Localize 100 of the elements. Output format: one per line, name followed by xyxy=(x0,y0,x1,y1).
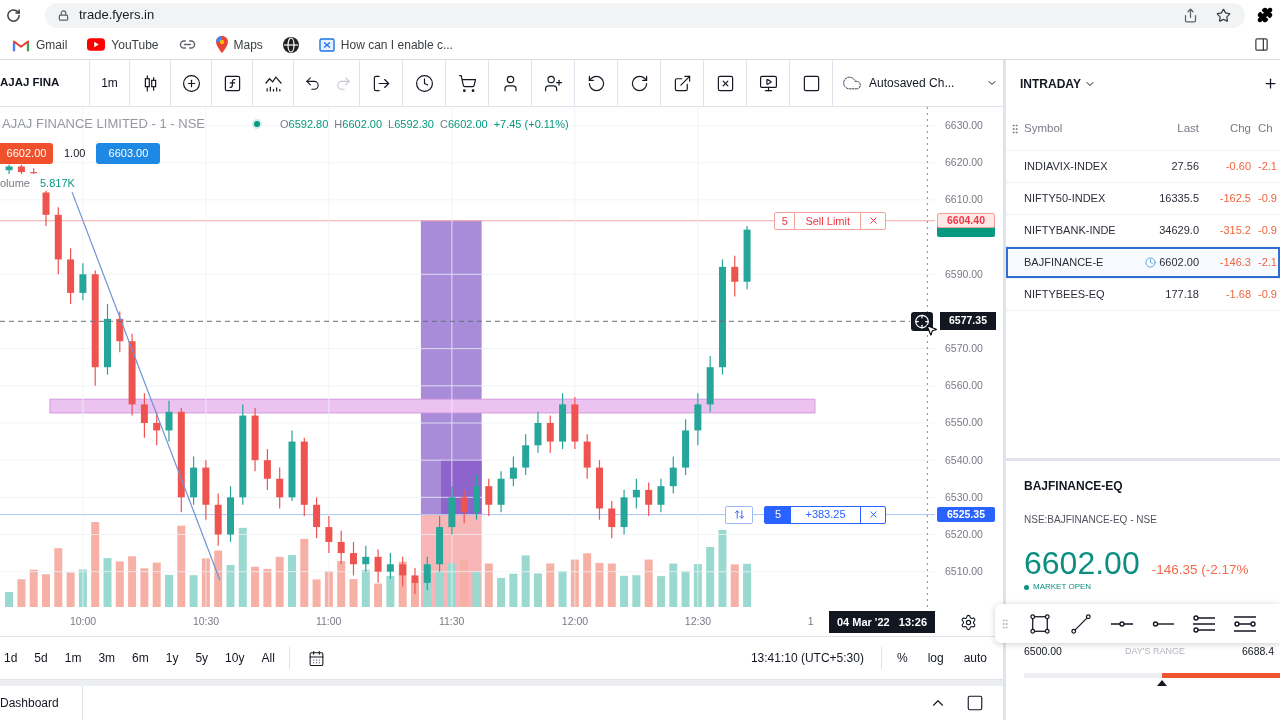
candle xyxy=(350,541,357,576)
address-bar[interactable]: trade.fyers.in xyxy=(45,2,1245,28)
candle xyxy=(263,448,271,491)
price-tick-label: 6540.00 xyxy=(945,453,983,466)
candle xyxy=(473,474,480,521)
period-button[interactable]: 3m xyxy=(94,647,120,669)
bookmark[interactable]: Maps xyxy=(215,35,263,54)
change-text: +7.45 (+0.11%) xyxy=(493,117,569,131)
crosshair-time-label: 04 Mar '22 13:26 xyxy=(828,611,935,633)
symbol-text: INDIAVIX-INDEX xyxy=(1024,159,1109,175)
scale-button[interactable]: log xyxy=(921,647,950,669)
candle xyxy=(460,489,468,524)
column-header[interactable]: Symbol xyxy=(1024,119,1134,138)
drag-handle-icon[interactable] xyxy=(1009,121,1021,136)
plus-circle-icon xyxy=(181,73,201,93)
candle xyxy=(682,418,690,476)
candle xyxy=(632,478,640,510)
side-panel-icon[interactable] xyxy=(1254,37,1269,52)
period-button[interactable]: 1d xyxy=(0,647,22,669)
column-header[interactable]: Last xyxy=(1134,119,1199,138)
ohlc-label: H xyxy=(334,117,343,131)
horizontal-line-icon xyxy=(1151,620,1174,627)
change-text: -146.3 xyxy=(1218,255,1251,271)
candle xyxy=(559,392,567,450)
watchlist-row[interactable]: NIFTY50-INDEX 16335.5 -162.5 -0.9 xyxy=(1006,183,1280,215)
chart-title: AJAJ FINANCE LIMITED - 1 - NSE xyxy=(2,117,206,131)
reload-icon[interactable] xyxy=(6,7,21,23)
candle xyxy=(79,262,87,301)
quote-exchange: NSE:BAJFINANCE-EQ - NSE xyxy=(1024,514,1158,526)
price-tick-label: 6560.00 xyxy=(945,379,983,392)
watchlist-row[interactable]: NIFTYBEES-EQ 177.18 -1.68 -0.9 xyxy=(1006,279,1280,311)
crosshair-price-label: 6577.35 xyxy=(940,312,996,331)
change-percent-text: -0.9 xyxy=(1257,191,1278,207)
watchlist-row[interactable]: BAJFINANCE-E 6602.00 -146.3 -2.1 xyxy=(1006,247,1280,279)
candle xyxy=(571,396,579,450)
function-icon xyxy=(222,73,242,93)
scale-button[interactable]: % xyxy=(890,647,914,669)
price-tick-label: 6520.00 xyxy=(945,528,983,540)
period-button[interactable]: 5d xyxy=(30,647,52,669)
bookmark[interactable] xyxy=(282,36,299,53)
sell-button[interactable]: 6602.00 xyxy=(0,143,53,164)
candle xyxy=(54,206,62,275)
candle xyxy=(423,556,431,591)
order-label[interactable]: 5 Sell Limit xyxy=(774,211,886,230)
period-button[interactable]: 1y xyxy=(161,647,183,669)
range-marker-icon xyxy=(1157,680,1168,686)
candle xyxy=(595,459,603,521)
bookmark[interactable]: How can I enable c... xyxy=(318,35,453,54)
position-label[interactable]: 5 +383.25 xyxy=(764,505,886,524)
candle xyxy=(374,548,382,584)
column-header[interactable]: Chg xyxy=(1199,119,1251,138)
quote-change: -146.35 (-2.17% xyxy=(1151,561,1249,579)
period-button[interactable]: 5y xyxy=(191,647,213,669)
plus-icon[interactable] xyxy=(1263,76,1278,91)
quote-symbol: BAJFINANCE-EQ xyxy=(1024,479,1124,493)
candle xyxy=(116,310,124,353)
last-price-text: 27.56 xyxy=(1171,159,1199,175)
symbol-text: NIFTYBANK-INDE xyxy=(1024,223,1117,239)
quote-price: 6602.00 xyxy=(1024,546,1140,580)
interval-button[interactable]: 1m xyxy=(90,60,130,106)
crosshair-icon[interactable] xyxy=(911,311,933,331)
price-tick-label: 6510.00 xyxy=(945,565,983,578)
close-icon xyxy=(867,509,879,521)
star-icon[interactable] xyxy=(1216,7,1231,23)
square-icon[interactable] xyxy=(966,694,984,712)
puzzle-icon[interactable] xyxy=(1257,7,1273,23)
period-button[interactable]: 1m xyxy=(60,647,86,669)
watchlist-row[interactable]: INDIAVIX-INDEX 27.56 -0.60 -2.1 xyxy=(1006,151,1280,183)
reverse-button[interactable] xyxy=(725,505,753,524)
dashboard-tab[interactable]: Dashboard xyxy=(0,686,83,720)
period-button[interactable]: 6m xyxy=(128,647,153,669)
share-icon[interactable] xyxy=(1183,7,1198,23)
candle xyxy=(337,530,345,565)
candle xyxy=(276,467,284,510)
undo-icon xyxy=(303,74,321,92)
column-header[interactable]: Ch xyxy=(1251,119,1280,138)
change-percent-text: -0.9 xyxy=(1257,287,1278,303)
lock-icon[interactable] xyxy=(58,9,69,21)
ohlc-value: 6602.00 xyxy=(342,117,383,131)
profit-text: +383.25 xyxy=(791,506,861,523)
watchlist-dropdown[interactable]: INTRADAY xyxy=(1020,74,1096,93)
period-button[interactable]: All xyxy=(257,647,279,669)
layout-button[interactable]: Autosaved Ch... xyxy=(833,60,1003,106)
arrows-up-down-icon xyxy=(733,509,745,521)
buy-button[interactable]: 6603.00 xyxy=(96,143,161,164)
price-tick-label: 6630.00 xyxy=(945,119,983,132)
settings-icon[interactable] xyxy=(960,614,977,631)
candle xyxy=(497,470,505,513)
time-tick-label: 12:30 xyxy=(684,615,712,627)
scale-button[interactable]: auto xyxy=(957,647,993,669)
candle xyxy=(620,489,628,536)
rotate-left-icon xyxy=(586,73,606,93)
period-button[interactable]: 10y xyxy=(221,647,249,669)
bookmark[interactable]: Gmail xyxy=(12,35,68,54)
page-icon xyxy=(318,37,335,52)
price-tick-label: 6550.00 xyxy=(945,416,983,429)
external-link-icon xyxy=(672,73,692,93)
exit-box-icon xyxy=(371,73,391,93)
bookmark[interactable]: YouTube xyxy=(87,35,159,54)
symbol-search-button[interactable]: AJAJ FINA xyxy=(0,60,90,106)
